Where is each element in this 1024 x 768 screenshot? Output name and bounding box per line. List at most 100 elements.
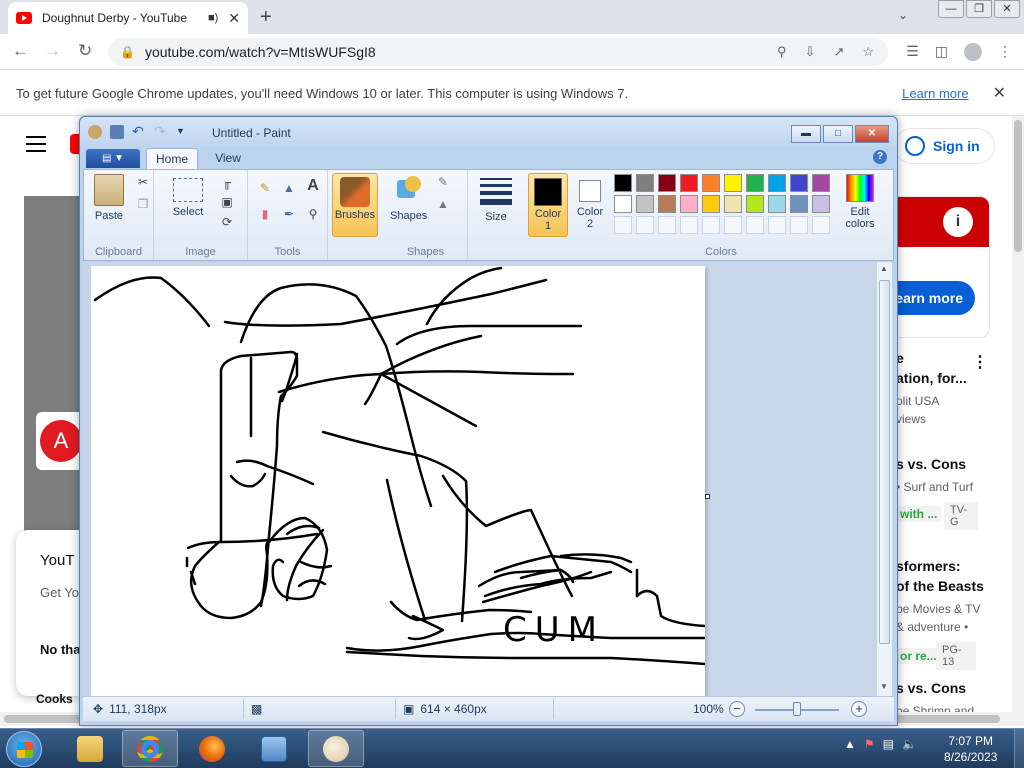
palette-swatch[interactable] (680, 174, 698, 192)
scroll-down-icon[interactable]: ▼ (880, 682, 888, 691)
palette-swatch[interactable] (680, 195, 698, 213)
crop-icon[interactable]: ╓ (218, 174, 236, 192)
outline-icon[interactable]: ✎ (434, 174, 452, 192)
tab-search-icon[interactable]: ⌄ (898, 8, 908, 22)
copy-icon[interactable]: ❐ (134, 196, 152, 214)
rec-title[interactable]: of the Beasts (896, 578, 984, 594)
profile-avatar[interactable] (964, 43, 982, 61)
palette-swatch[interactable] (768, 195, 786, 213)
shapes-button[interactable]: Shapes (390, 174, 427, 222)
palette-custom-slot[interactable] (614, 216, 632, 234)
eraser-icon[interactable]: ▮ (256, 206, 274, 224)
resize-icon[interactable]: ▣ (218, 194, 236, 212)
close-window-icon[interactable]: ✕ (994, 0, 1020, 18)
paint-close-icon[interactable]: ✕ (855, 125, 889, 143)
paint-minimize-icon[interactable]: ▬ (791, 125, 821, 143)
color1-button[interactable]: Color 1 (528, 173, 568, 237)
reload-icon[interactable]: ↻ (78, 41, 92, 61)
palette-custom-slot[interactable] (790, 216, 808, 234)
sign-in-button[interactable]: Sign in (894, 128, 995, 164)
text-tool-icon[interactable]: A (304, 178, 322, 196)
edit-colors-button[interactable]: Edit colors (836, 174, 884, 230)
palette-custom-slot[interactable] (812, 216, 830, 234)
redo-icon[interactable]: ↷ (154, 124, 168, 139)
canvas-resize-handle[interactable] (705, 494, 710, 499)
media-control-icon[interactable]: ☰ (906, 43, 919, 61)
url-text[interactable]: youtube.com/watch?v=MtIsWUFSgI8 (145, 44, 777, 60)
palette-swatch[interactable] (812, 174, 830, 192)
palette-custom-slot[interactable] (702, 216, 720, 234)
cut-icon[interactable]: ✂ (134, 174, 152, 192)
infobar-close-icon[interactable]: ✕ (993, 83, 1006, 103)
channel-name[interactable]: Cooks (36, 692, 73, 706)
palette-swatch[interactable] (658, 174, 676, 192)
paint-menu-button[interactable]: ▤ ▼ (86, 149, 140, 168)
palette-swatch[interactable] (746, 174, 764, 192)
new-tab-icon[interactable]: + (260, 6, 272, 29)
paste-button[interactable]: Paste (92, 174, 126, 222)
palette-swatch[interactable] (702, 195, 720, 213)
side-panel-icon[interactable]: ◫ (935, 43, 948, 61)
sidebar-ad-card[interactable]: i earn more (890, 196, 990, 338)
palette-custom-slot[interactable] (658, 216, 676, 234)
paint-app-icon[interactable] (88, 125, 102, 139)
rec-title[interactable]: s vs. Cons (896, 456, 966, 472)
show-hidden-icons[interactable]: ▲ (844, 737, 856, 751)
palette-custom-slot[interactable] (636, 216, 654, 234)
palette-custom-slot[interactable] (768, 216, 786, 234)
pencil-icon[interactable]: ✎ (256, 180, 274, 198)
zoom-search-icon[interactable]: ⚲ (777, 44, 787, 60)
palette-swatch[interactable] (636, 195, 654, 213)
rec-title[interactable]: ation, for... (896, 370, 967, 386)
page-vertical-scrollbar[interactable] (1012, 116, 1024, 712)
zoom-out-icon[interactable]: − (729, 701, 745, 717)
back-icon[interactable]: ← (12, 41, 29, 61)
address-bar[interactable]: 🔒 youtube.com/watch?v=MtIsWUFSgI8 ⚲ ⇩ ↗ … (108, 38, 888, 66)
share-icon[interactable]: ↗ (833, 44, 844, 60)
clock[interactable]: 7:07 PM 8/26/2023 (944, 733, 997, 765)
customize-qat-icon[interactable]: ▼ (176, 125, 190, 139)
palette-swatch[interactable] (702, 174, 720, 192)
brushes-button[interactable]: Brushes (332, 173, 378, 237)
palette-custom-slot[interactable] (724, 216, 742, 234)
audio-playing-icon[interactable]: ■) (208, 12, 218, 24)
help-icon[interactable]: ? (873, 150, 887, 164)
forward-icon[interactable]: → (44, 41, 61, 61)
palette-custom-slot[interactable] (746, 216, 764, 234)
color2-button[interactable]: Color 2 (572, 173, 608, 237)
palette-swatch[interactable] (746, 195, 764, 213)
taskbar-explorer[interactable] (62, 730, 118, 767)
volume-icon[interactable]: 🔈 (902, 737, 917, 751)
hamburger-menu-icon[interactable] (26, 136, 46, 157)
bookmark-star-icon[interactable]: ☆ (862, 44, 874, 60)
lock-icon[interactable]: 🔒 (120, 45, 135, 59)
palette-swatch[interactable] (768, 174, 786, 192)
ad-learn-more-button[interactable]: earn more (891, 281, 975, 315)
size-button[interactable]: Size (476, 174, 516, 223)
start-button[interactable] (6, 731, 42, 767)
select-button[interactable]: Select (168, 174, 208, 218)
minimize-icon[interactable]: — (938, 0, 964, 18)
palette-swatch[interactable] (724, 174, 742, 192)
rec-title[interactable]: s vs. Cons (896, 680, 966, 696)
rec-title[interactable]: sformers: (896, 558, 961, 574)
tab-home[interactable]: Home (146, 148, 198, 169)
restore-icon[interactable]: ❐ (966, 0, 992, 18)
taskbar-firefox[interactable] (184, 730, 240, 767)
browser-tab[interactable]: Doughnut Derby - YouTube ■) ✕ (8, 2, 248, 34)
drawing-canvas[interactable]: CUM (91, 266, 710, 696)
rotate-icon[interactable]: ⟳ (218, 214, 236, 232)
palette-swatch[interactable] (724, 195, 742, 213)
tab-view[interactable]: View (208, 148, 248, 169)
shape-fill-icon[interactable]: ▲ (434, 196, 452, 214)
paint-title-bar[interactable]: ↶ ↷ ▼ Untitled - Paint ▬ □ ✕ (80, 117, 897, 147)
color-picker-icon[interactable]: ✒ (280, 206, 298, 224)
ad-info-icon[interactable]: i (943, 207, 973, 237)
palette-swatch[interactable] (614, 174, 632, 192)
palette-swatch[interactable] (614, 195, 632, 213)
learn-more-link[interactable]: Learn more (902, 86, 968, 101)
undo-icon[interactable]: ↶ (132, 124, 146, 139)
taskbar-paint[interactable] (308, 730, 364, 767)
scroll-thumb[interactable] (879, 280, 890, 644)
palette-swatch[interactable] (636, 174, 654, 192)
